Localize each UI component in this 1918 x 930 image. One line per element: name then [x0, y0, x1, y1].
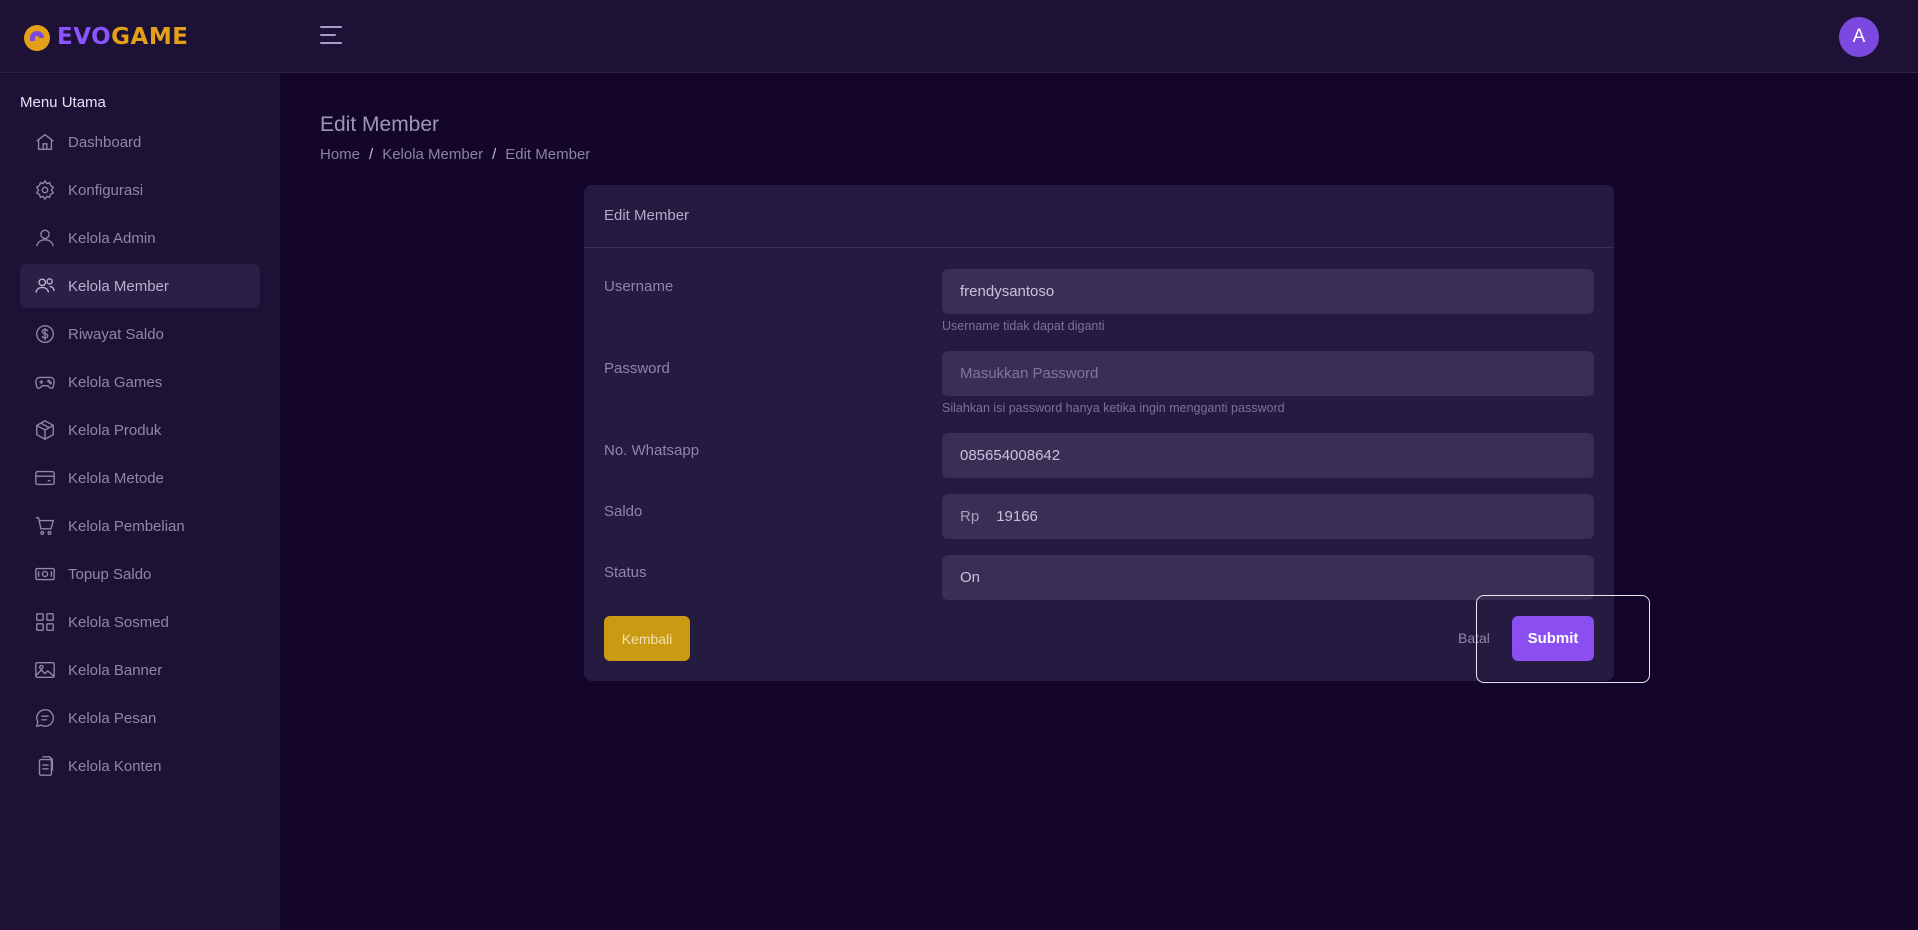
sidebar-item-kelola-metode[interactable]: Kelola Metode: [20, 456, 260, 500]
top-bar: EVOGAME A: [0, 0, 1918, 73]
breadcrumb-kelola-member[interactable]: Kelola Member: [382, 146, 483, 163]
credit-card-icon: [35, 470, 55, 486]
sidebar-item-riwayat-saldo[interactable]: Riwayat Saldo: [20, 312, 260, 356]
password-field[interactable]: Masukkan Password: [942, 351, 1594, 396]
box-icon: [36, 420, 54, 440]
sidebar: Menu Utama Dashboard Konfigurasi Kelola …: [0, 74, 280, 930]
brand-logo[interactable]: EVOGAME: [21, 20, 188, 54]
documents-icon: [38, 756, 54, 776]
sidebar-item-kelola-konten[interactable]: Kelola Konten: [20, 744, 260, 788]
sidebar-item-dashboard[interactable]: Dashboard: [20, 120, 260, 164]
card-title: Edit Member: [584, 185, 1614, 248]
sidebar-item-label: Kelola Metode: [68, 469, 164, 487]
breadcrumb-separator: /: [369, 146, 374, 163]
dragon-logo-icon: [24, 25, 50, 51]
currency-prefix: Rp: [960, 508, 980, 525]
sidebar-item-kelola-banner[interactable]: Kelola Banner: [20, 648, 260, 692]
back-button[interactable]: Kembali: [604, 616, 690, 661]
image-icon: [35, 661, 55, 679]
whatsapp-field[interactable]: 085654008642: [942, 433, 1594, 478]
username-label: Username: [604, 278, 674, 295]
brand-name-part2: GAME: [111, 24, 189, 50]
menu-toggle-icon[interactable]: [320, 26, 342, 46]
password-label: Password: [604, 360, 670, 377]
status-label: Status: [604, 564, 647, 581]
sidebar-item-kelola-pesan[interactable]: Kelola Pesan: [20, 696, 260, 740]
breadcrumb-separator: /: [492, 146, 497, 163]
saldo-label: Saldo: [604, 503, 643, 520]
user-icon: [36, 229, 54, 247]
breadcrumb-current: Edit Member: [505, 146, 591, 163]
sidebar-item-label: Kelola Games: [68, 373, 163, 391]
sidebar-item-label: Dashboard: [68, 133, 142, 151]
sidebar-item-label: Kelola Pembelian: [68, 517, 185, 535]
sidebar-menu: Dashboard Konfigurasi Kelola Admin Kelol…: [20, 120, 260, 792]
avatar[interactable]: A: [1839, 17, 1879, 57]
sidebar-item-label: Kelola Member: [68, 277, 169, 295]
password-hint: Silahkan isi password hanya ketika ingin…: [942, 401, 1285, 415]
grid-icon: [36, 613, 54, 631]
cart-icon: [35, 517, 55, 535]
sidebar-item-label: Konfigurasi: [68, 181, 144, 199]
saldo-value: 19166: [996, 508, 1038, 525]
sidebar-item-label: Kelola Konten: [68, 757, 162, 775]
cash-icon: [35, 567, 55, 581]
sidebar-item-topup-saldo[interactable]: Topup Saldo: [20, 552, 260, 596]
breadcrumb: Home / Kelola Member / Edit Member: [320, 146, 590, 163]
sidebar-item-konfigurasi[interactable]: Konfigurasi: [20, 168, 260, 212]
sidebar-item-kelola-pembelian[interactable]: Kelola Pembelian: [20, 504, 260, 548]
username-field[interactable]: frendysantoso: [942, 269, 1594, 314]
username-hint: Username tidak dapat diganti: [942, 319, 1105, 333]
sidebar-item-kelola-member[interactable]: Kelola Member: [20, 264, 260, 308]
saldo-field[interactable]: Rp 19166: [942, 494, 1594, 539]
sidebar-item-kelola-sosmed[interactable]: Kelola Sosmed: [20, 600, 260, 644]
users-icon: [35, 278, 55, 293]
sidebar-item-label: Riwayat Saldo: [68, 325, 164, 343]
sidebar-item-kelola-games[interactable]: Kelola Games: [20, 360, 260, 404]
edit-member-card: Edit Member Username frendysantoso Usern…: [584, 185, 1614, 681]
home-icon: [36, 133, 54, 151]
breadcrumb-home[interactable]: Home: [320, 146, 360, 163]
status-select[interactable]: On: [942, 555, 1594, 600]
gamepad-icon: [35, 376, 55, 389]
gear-icon: [35, 179, 55, 201]
sidebar-item-label: Kelola Sosmed: [68, 613, 169, 631]
message-icon: [35, 709, 54, 728]
sidebar-item-label: Kelola Produk: [68, 421, 162, 439]
brand-name-part1: EVO: [57, 24, 112, 50]
sidebar-title: Menu Utama: [20, 94, 106, 111]
sidebar-item-kelola-produk[interactable]: Kelola Produk: [20, 408, 260, 452]
sidebar-item-label: Topup Saldo: [68, 565, 152, 583]
sidebar-item-label: Kelola Banner: [68, 661, 163, 679]
sidebar-item-label: Kelola Pesan: [68, 709, 157, 727]
page-title: Edit Member: [320, 113, 440, 136]
brand-name: EVOGAME: [57, 24, 188, 50]
sidebar-item-kelola-admin[interactable]: Kelola Admin: [20, 216, 260, 260]
whatsapp-label: No. Whatsapp: [604, 442, 700, 459]
dollar-circle-icon: [36, 325, 54, 343]
focus-highlight: [1476, 595, 1650, 683]
sidebar-item-label: Kelola Admin: [68, 229, 156, 247]
